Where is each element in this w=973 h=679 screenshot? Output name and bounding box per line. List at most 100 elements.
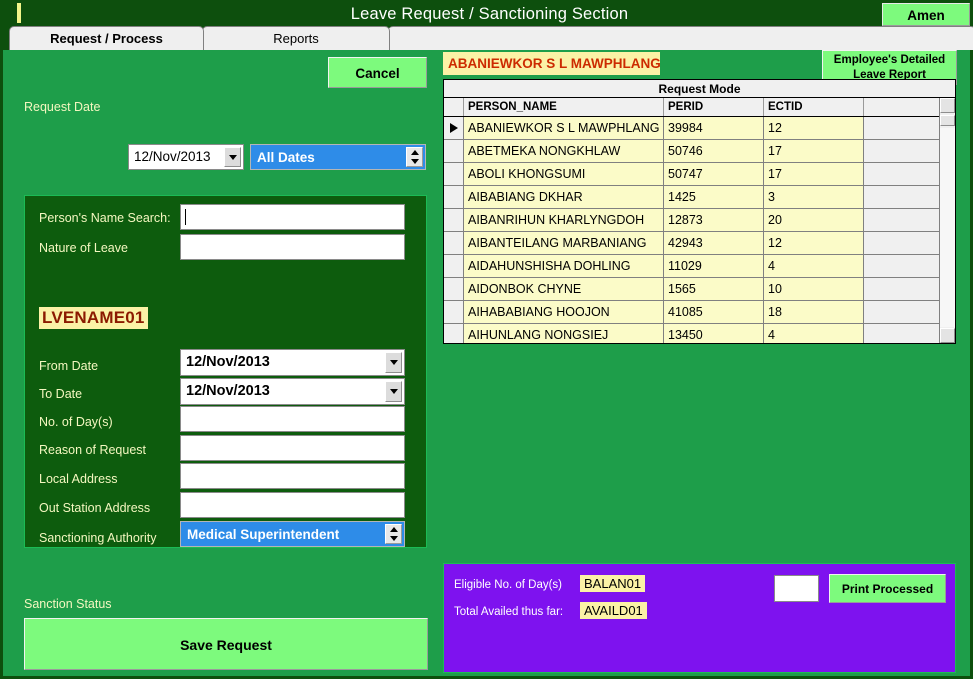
row-selector-cell[interactable] [444, 255, 464, 278]
cell-perid[interactable]: 42943 [664, 232, 764, 255]
amen-button[interactable]: Amen [882, 3, 970, 26]
cell-ectid[interactable]: 12 [764, 232, 864, 255]
eligible-days-value: BALAN01 [580, 575, 646, 592]
cell-ectid[interactable]: 12 [764, 117, 864, 140]
date-filter-spinner[interactable]: All Dates [250, 144, 426, 170]
local-address-input[interactable] [180, 463, 405, 489]
cell-person-name[interactable]: AIBANRIHUN KHARLYNGDOH [464, 209, 664, 232]
print-count-input[interactable] [774, 575, 819, 602]
row-selector-cell[interactable] [444, 301, 464, 324]
cell-person-name[interactable]: AIDONBOK CHYNE [464, 278, 664, 301]
cell-filler [864, 301, 939, 324]
chevron-down-icon[interactable] [224, 147, 241, 167]
tab-reports[interactable]: Reports [202, 26, 390, 50]
no-of-days-input[interactable] [180, 406, 405, 432]
row-selector-cell[interactable] [444, 140, 464, 163]
sanctioning-authority-spinner[interactable]: Medical Superintendent [180, 521, 405, 547]
grid-header-perid[interactable]: PERID [664, 98, 764, 116]
cancel-button[interactable]: Cancel [328, 57, 427, 88]
cell-perid[interactable]: 1565 [664, 278, 764, 301]
cell-ectid[interactable]: 17 [764, 163, 864, 186]
reason-input[interactable] [180, 435, 405, 461]
cell-perid[interactable]: 50747 [664, 163, 764, 186]
cell-filler [864, 324, 939, 343]
table-row[interactable]: AIDONBOK CHYNE 1565 10 [444, 278, 939, 301]
cell-perid[interactable]: 1425 [664, 186, 764, 209]
request-date-combo[interactable]: 12/Nov/2013 [128, 144, 244, 170]
out-station-address-input[interactable] [180, 492, 405, 518]
chevron-down-icon[interactable] [385, 352, 402, 373]
leave-balance-panel: Eligible No. of Day(s) BALAN01 Total Ava… [443, 563, 956, 673]
cell-filler [864, 117, 939, 140]
table-row[interactable]: AIHUNLANG NONGSIEJ 13450 4 [444, 324, 939, 343]
grid-header-person-name[interactable]: PERSON_NAME [464, 98, 664, 116]
cell-perid[interactable]: 13450 [664, 324, 764, 343]
row-selector-cell[interactable] [444, 232, 464, 255]
scrollbar-track[interactable] [940, 128, 955, 327]
grid-header-ectid[interactable]: ECTID [764, 98, 864, 116]
row-selector-cell[interactable] [444, 186, 464, 209]
person-search-input[interactable] [180, 204, 405, 230]
cell-perid[interactable]: 12873 [664, 209, 764, 232]
cell-filler [864, 278, 939, 301]
table-row[interactable]: ABETMEKA NONGKHLAW 50746 17 [444, 140, 939, 163]
table-row[interactable]: AIDAHUNSHISHA DOHLING 11029 4 [444, 255, 939, 278]
cell-ectid[interactable]: 18 [764, 301, 864, 324]
row-selector-cell[interactable] [444, 278, 464, 301]
spinner-arrows-icon[interactable] [385, 524, 402, 544]
cell-person-name[interactable]: AIBANTEILANG MARBANIANG [464, 232, 664, 255]
cell-perid[interactable]: 11029 [664, 255, 764, 278]
request-mode-grid: Request Mode PERSON_NAME PERID ECTID ABA… [443, 79, 956, 344]
cell-person-name[interactable]: AIHABABIANG HOOJON [464, 301, 664, 324]
grid-header-selector [444, 98, 464, 116]
row-selector-cell[interactable] [444, 324, 464, 343]
application-window: Leave Request / Sanctioning Section Amen… [0, 0, 973, 679]
chevron-down-icon[interactable] [385, 381, 402, 402]
cell-person-name[interactable]: ABANIEWKOR S L MAWPHLANG [464, 117, 664, 140]
table-row[interactable]: AIHABABIANG HOOJON 41085 18 [444, 301, 939, 324]
out-station-address-label: Out Station Address [39, 501, 151, 515]
cell-person-name[interactable]: AIHUNLANG NONGSIEJ [464, 324, 664, 343]
row-selector-cell[interactable] [444, 209, 464, 232]
table-row[interactable]: AIBANRIHUN KHARLYNGDOH 12873 20 [444, 209, 939, 232]
cell-filler [864, 186, 939, 209]
save-request-button[interactable]: Save Request [24, 618, 428, 670]
cell-ectid[interactable]: 4 [764, 324, 864, 343]
table-row[interactable]: ABANIEWKOR S L MAWPHLANG 39984 12 [444, 117, 939, 140]
scrollbar-thumb[interactable] [940, 115, 955, 126]
row-selector-cell[interactable] [444, 163, 464, 186]
print-processed-button[interactable]: Print Processed [829, 574, 946, 603]
cell-person-name[interactable]: ABETMEKA NONGKHLAW [464, 140, 664, 163]
cell-ectid[interactable]: 17 [764, 140, 864, 163]
cell-person-name[interactable]: AIBABIANG DKHAR [464, 186, 664, 209]
cell-perid[interactable]: 41085 [664, 301, 764, 324]
eligible-days-label: Eligible No. of Day(s) [454, 579, 563, 591]
scroll-up-icon[interactable] [940, 98, 955, 113]
nature-of-leave-input[interactable] [180, 234, 405, 260]
local-address-label: Local Address [39, 472, 118, 486]
cell-ectid[interactable]: 10 [764, 278, 864, 301]
grid-body: ABANIEWKOR S L MAWPHLANG 39984 12 ABETMEKA … [444, 117, 939, 343]
table-row[interactable]: AIBABIANG DKHAR 1425 3 [444, 186, 939, 209]
table-row[interactable]: ABOLI KHONGSUMI 50747 17 [444, 163, 939, 186]
grid-caption: Request Mode [444, 80, 955, 98]
spinner-arrows-icon[interactable] [406, 147, 423, 167]
cell-filler [864, 209, 939, 232]
row-selector-cell[interactable] [444, 117, 464, 140]
cell-ectid[interactable]: 20 [764, 209, 864, 232]
tab-request-process[interactable]: Request / Process [9, 26, 204, 50]
title-bar: Leave Request / Sanctioning Section Amen [3, 0, 973, 29]
cell-perid[interactable]: 39984 [664, 117, 764, 140]
cell-ectid[interactable]: 3 [764, 186, 864, 209]
person-search-label: Person's Name Search: [39, 211, 171, 225]
tab-strip-filler [388, 26, 973, 50]
from-date-combo[interactable]: 12/Nov/2013 [180, 349, 405, 376]
cell-ectid[interactable]: 4 [764, 255, 864, 278]
cell-perid[interactable]: 50746 [664, 140, 764, 163]
to-date-combo[interactable]: 12/Nov/2013 [180, 378, 405, 405]
cell-person-name[interactable]: AIDAHUNSHISHA DOHLING [464, 255, 664, 278]
cell-person-name[interactable]: ABOLI KHONGSUMI [464, 163, 664, 186]
grid-vertical-scrollbar[interactable] [939, 98, 955, 343]
scroll-down-icon[interactable] [940, 328, 955, 343]
table-row[interactable]: AIBANTEILANG MARBANIANG 42943 12 [444, 232, 939, 255]
